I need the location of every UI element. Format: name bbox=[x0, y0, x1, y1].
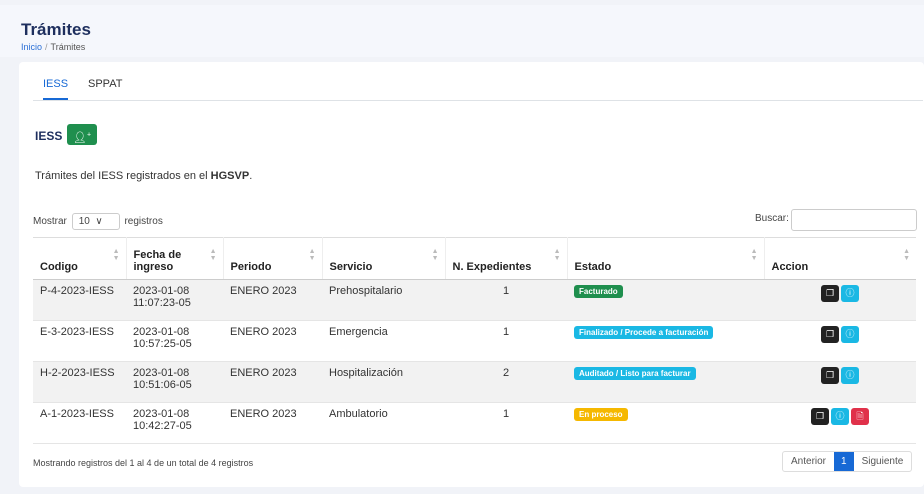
cell-accion: ❐ ⓘ bbox=[764, 320, 916, 362]
cell-periodo: ENERO 2023 bbox=[223, 402, 322, 444]
cell-accion: ❐ ⓘ bbox=[764, 279, 916, 321]
pagination: Anterior 1 Siguiente bbox=[782, 451, 913, 472]
info-button[interactable]: ⓘ bbox=[831, 408, 849, 425]
cell-periodo: ENERO 2023 bbox=[223, 279, 322, 321]
prev-page-button[interactable]: Anterior bbox=[783, 452, 834, 471]
page-1-button[interactable]: 1 bbox=[834, 452, 854, 471]
copy-button[interactable]: ❐ bbox=[821, 326, 839, 343]
copy-icon: ❐ bbox=[825, 370, 835, 380]
cell-expedientes: 1 bbox=[445, 279, 567, 321]
copy-button[interactable]: ❐ bbox=[811, 408, 829, 425]
info-icon: ⓘ bbox=[845, 370, 855, 380]
page-size-control: Mostrar 10 ∨ registros bbox=[33, 213, 163, 230]
search-input[interactable] bbox=[791, 209, 917, 231]
main-card: IESS SPPAT IESS 👤︎+ Trámites del IESS re… bbox=[19, 62, 924, 487]
copy-button[interactable]: ❐ bbox=[821, 285, 839, 302]
cell-accion: ❐ ⓘ 🗎︎ bbox=[764, 402, 916, 444]
cell-fecha: 2023-01-08 10:57:25-05 bbox=[126, 320, 223, 362]
sort-icon: ▲ ▼ bbox=[553, 248, 561, 262]
tab-sppat[interactable]: SPPAT bbox=[88, 78, 122, 98]
sort-icon: ▲ ▼ bbox=[903, 248, 910, 262]
cell-fecha: 2023-01-08 10:51:06-05 bbox=[126, 361, 223, 403]
page-header: Trámites Inicio / Trámites bbox=[0, 5, 924, 57]
cell-servicio: Hospitalización bbox=[322, 361, 445, 403]
sort-icon: ▲ ▼ bbox=[308, 248, 316, 262]
copy-icon: ❐ bbox=[815, 411, 825, 421]
tab-iess[interactable]: IESS bbox=[43, 78, 69, 100]
table-row: P-4-2023-IESS 2023-01-08 11:07:23-05 ENERO… bbox=[33, 279, 916, 321]
tramites-table: Codigo ▲ ▼ Fecha de ingreso ▲ ▼ Periodo ▲ ▼ Se… bbox=[33, 237, 916, 444]
section-title: IESS bbox=[35, 129, 63, 143]
col-estado[interactable]: Estado ▲ ▼ bbox=[567, 237, 765, 280]
cell-expedientes: 2 bbox=[445, 361, 567, 403]
status-badge: Facturado bbox=[574, 285, 623, 298]
info-button[interactable]: ⓘ bbox=[841, 326, 859, 343]
cell-servicio: Ambulatorio bbox=[322, 402, 445, 444]
col-expedientes[interactable]: N. Expedientes ▲ ▼ bbox=[445, 237, 568, 280]
cell-servicio: Emergencia bbox=[322, 320, 445, 362]
copy-icon: ❐ bbox=[825, 288, 835, 298]
cell-codigo: E-3-2023-IESS bbox=[33, 320, 126, 362]
cell-fecha: 2023-01-08 10:42:27-05 bbox=[126, 402, 223, 444]
info-button[interactable]: ⓘ bbox=[841, 285, 859, 302]
copy-button[interactable]: ❐ bbox=[821, 367, 839, 384]
cell-estado: En proceso bbox=[567, 402, 764, 444]
table-body: P-4-2023-IESS 2023-01-08 11:07:23-05 ENERO… bbox=[33, 279, 916, 444]
info-icon: ⓘ bbox=[845, 329, 855, 339]
col-accion[interactable]: Accion ▲ ▼ bbox=[764, 237, 916, 280]
col-fecha[interactable]: Fecha de ingreso ▲ ▼ bbox=[126, 237, 224, 280]
search-label: Buscar: bbox=[755, 213, 789, 224]
page-title: Trámites bbox=[21, 20, 91, 39]
pdf-button[interactable]: 🗎︎ bbox=[851, 408, 869, 425]
cell-estado: Facturado bbox=[567, 279, 764, 321]
col-servicio[interactable]: Servicio ▲ ▼ bbox=[322, 237, 446, 280]
table-info: Mostrando registros del 1 al 4 de un tot… bbox=[33, 458, 254, 468]
cell-codigo: H-2-2023-IESS bbox=[33, 361, 126, 403]
user-plus-icon: 👤︎+ bbox=[72, 131, 92, 144]
info-icon: ⓘ bbox=[845, 288, 855, 298]
info-button[interactable]: ⓘ bbox=[841, 367, 859, 384]
status-badge: En proceso bbox=[574, 408, 628, 421]
cell-estado: Auditado / Listo para facturar bbox=[567, 361, 764, 403]
copy-icon: ❐ bbox=[825, 329, 835, 339]
cell-codigo: P-4-2023-IESS bbox=[33, 279, 126, 321]
table-row: H-2-2023-IESS 2023-01-08 10:51:06-05 ENERO… bbox=[33, 361, 916, 403]
table-row: E-3-2023-IESS 2023-01-08 10:57:25-05 ENERO… bbox=[33, 320, 916, 362]
status-badge: Finalizado / Procede a facturación bbox=[574, 326, 714, 339]
cell-estado: Finalizado / Procede a facturación bbox=[567, 320, 764, 362]
page-size-select[interactable]: 10 ∨ bbox=[71, 213, 120, 230]
col-periodo[interactable]: Periodo ▲ ▼ bbox=[223, 237, 323, 280]
tab-bar: IESS SPPAT bbox=[33, 62, 923, 101]
cell-codigo: A-1-2023-IESS bbox=[33, 402, 126, 444]
cell-periodo: ENERO 2023 bbox=[223, 320, 322, 362]
add-tramite-button[interactable]: 👤︎+ bbox=[67, 124, 97, 145]
chevron-down-icon: ∨ bbox=[95, 216, 103, 227]
cell-expedientes: 1 bbox=[445, 320, 567, 362]
cell-servicio: Prehospitalario bbox=[322, 279, 445, 321]
sort-icon: ▲ ▼ bbox=[112, 248, 120, 262]
cell-accion: ❐ ⓘ bbox=[764, 361, 916, 403]
cell-expedientes: 1 bbox=[445, 402, 567, 444]
col-codigo[interactable]: Codigo ▲ ▼ bbox=[33, 237, 127, 280]
cell-periodo: ENERO 2023 bbox=[223, 361, 322, 403]
status-badge: Auditado / Listo para facturar bbox=[574, 367, 696, 380]
table-row: A-1-2023-IESS 2023-01-08 10:42:27-05 ENERO… bbox=[33, 402, 916, 444]
breadcrumb-home[interactable]: Inicio bbox=[21, 42, 42, 52]
breadcrumb-current: Trámites bbox=[50, 42, 86, 52]
info-icon: ⓘ bbox=[835, 411, 845, 421]
pdf-icon: 🗎︎ bbox=[856, 411, 864, 421]
breadcrumb: Inicio / Trámites bbox=[21, 42, 86, 52]
cell-fecha: 2023-01-08 11:07:23-05 bbox=[126, 279, 223, 321]
sort-icon: ▲ ▼ bbox=[209, 248, 217, 262]
next-page-button[interactable]: Siguiente bbox=[854, 452, 912, 471]
section-description: Trámites del IESS registrados en el HGSV… bbox=[35, 170, 253, 182]
sort-icon: ▲ ▼ bbox=[431, 248, 439, 262]
sort-icon: ▲ ▼ bbox=[750, 248, 758, 262]
